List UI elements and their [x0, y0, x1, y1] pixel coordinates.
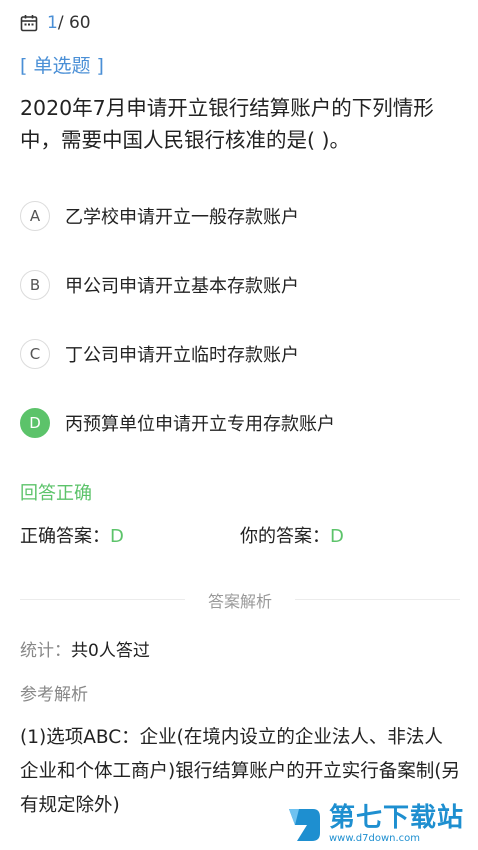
option-a-text: 乙学校申请开立一般存款账户 — [65, 207, 299, 228]
watermark-logo-icon — [285, 803, 323, 845]
current-question-number: 1 — [47, 13, 58, 33]
correct-answer: 正确答案：D — [20, 526, 124, 547]
option-b-text: 甲公司申请开立基本存款账户 — [65, 276, 299, 297]
option-a[interactable]: A 乙学校申请开立一般存款账户 — [20, 201, 460, 231]
option-d-text: 丙预算单位申请开立专用存款账户 — [65, 414, 335, 435]
answer-status: 回答正确 — [20, 483, 92, 504]
watermark-name: 第七下载站 — [329, 803, 465, 833]
stats-label: 统计： — [20, 641, 71, 661]
your-answer: 你的答案：D — [240, 522, 344, 548]
analysis-section-title: 答案解析 — [207, 592, 272, 611]
correct-answer-label: 正确答案： — [20, 526, 110, 547]
progress-header: 1/ 60 — [20, 12, 91, 34]
option-d[interactable]: D 丙预算单位申请开立专用存款账户 — [20, 408, 460, 438]
option-c-text: 丁公司申请开立临时存款账户 — [65, 345, 299, 366]
answer-summary: 正确答案：D 你的答案：D — [20, 522, 460, 548]
option-b-letter: B — [20, 270, 50, 300]
option-a-letter: A — [20, 201, 50, 231]
watermark: 第七下载站 www.d7down.com — [285, 800, 475, 848]
stats-value: 共0人答过 — [71, 641, 150, 661]
answer-stats: 统计：共0人答过 — [20, 636, 150, 661]
your-answer-label: 你的答案： — [240, 526, 330, 547]
option-d-letter: D — [20, 408, 50, 438]
calendar-icon[interactable] — [20, 14, 38, 32]
analysis-divider: 答案解析 — [20, 588, 460, 611]
your-answer-value: D — [330, 526, 344, 547]
total-questions: / 60 — [57, 13, 91, 33]
watermark-url: www.d7down.com — [329, 833, 421, 844]
question-text: 2020年7月申请开立银行结算账户的下列情形中，需要中国人民银行核准的是( )。 — [20, 96, 434, 152]
reference-analysis-title: 参考解析 — [20, 685, 88, 705]
question-counter: 1/ 60 — [47, 13, 91, 33]
question-type-label: [ 单选题 ] — [20, 55, 104, 77]
option-b[interactable]: B 甲公司申请开立基本存款账户 — [20, 270, 460, 300]
option-c-letter: C — [20, 339, 50, 369]
watermark-text: 第七下载站 www.d7down.com — [329, 803, 464, 845]
correct-answer-value: D — [110, 526, 124, 547]
option-c[interactable]: C 丁公司申请开立临时存款账户 — [20, 339, 460, 369]
divider-line-right — [295, 599, 460, 600]
